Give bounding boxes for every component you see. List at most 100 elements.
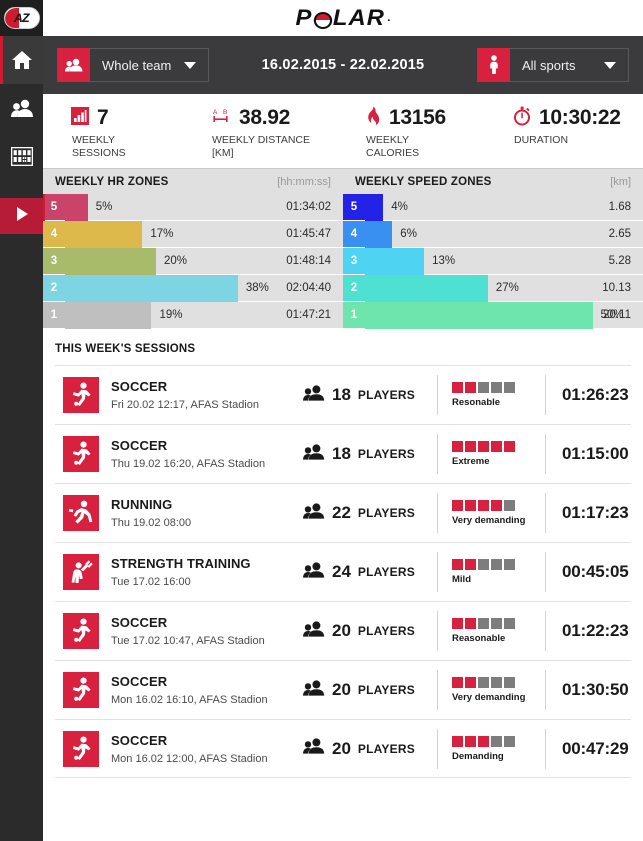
session-row[interactable]: SOCCER Mon 16.02 16:10, AFAS Stadion 20 PLA…	[55, 660, 631, 719]
zone-number: 4	[343, 221, 365, 247]
session-meta: SOCCER Mon 16.02 12:00, AFAS Stadion	[99, 732, 299, 766]
load-dot	[504, 735, 515, 747]
session-meta: SOCCER Thu 19.02 16:20, AFAS Stadion	[99, 437, 299, 471]
session-row[interactable]: STRENGTH TRAINING Tue 17.02 16:00 24 PLAYER…	[55, 542, 631, 601]
session-datetime-venue: Thu 19.02 08:00	[111, 517, 192, 529]
load-dot	[465, 382, 476, 393]
zone-bar-wrapper: 5% 01:34:02	[65, 193, 343, 221]
load-dot	[491, 382, 502, 393]
zone-value: 01:48:14	[286, 255, 331, 267]
stat-weekly-sessions: 7 WEEKLY SESSIONS	[43, 106, 193, 160]
session-player-count: 22	[332, 503, 351, 522]
stat-label-line2: [KM]	[212, 147, 234, 159]
people-icon	[303, 679, 325, 701]
live-play-button[interactable]	[0, 198, 43, 234]
session-player-count: 18	[332, 385, 351, 404]
zone-bar-wrapper: 19% 01:47:21	[65, 301, 343, 329]
sidebar-item-calendar[interactable]	[0, 132, 43, 180]
zone-percent: 5%	[95, 201, 113, 213]
session-row[interactable]: SOCCER Fri 20.02 12:17, AFAS Stadion 18 PLA…	[55, 365, 631, 424]
session-player-count: 20	[332, 621, 351, 640]
session-player-count: 20	[332, 680, 351, 699]
zone-bar	[365, 301, 593, 329]
load-dot	[491, 677, 502, 688]
speed-zones-unit: [km]	[610, 175, 631, 188]
sidebar-item-home[interactable]	[0, 36, 43, 84]
people-icon	[303, 443, 325, 465]
people-icon	[10, 98, 33, 118]
load-dot	[465, 500, 476, 511]
session-name: SOCCER	[111, 674, 168, 689]
load-dots	[452, 559, 545, 570]
session-row[interactable]: SOCCER Thu 19.02 16:20, AFAS Stadion 18 PLA…	[55, 424, 631, 483]
zone-value: 1.68	[608, 201, 631, 213]
session-row[interactable]: RUNNING Thu 19.02 08:00 22 PLAYERS Very dema…	[55, 483, 631, 542]
people-icon	[303, 561, 325, 583]
polar-logo-lar: LAR	[332, 5, 385, 30]
load-dot	[491, 559, 502, 570]
session-datetime-venue: Fri 20.02 12:17, AFAS Stadion	[111, 399, 259, 411]
app-logo: AZ	[0, 0, 43, 36]
zone-row: 4 6% 2.65	[343, 220, 643, 248]
session-duration: 01:15:00	[545, 434, 631, 474]
session-players-label: PLAYERS	[357, 388, 415, 402]
session-datetime-venue: Tue 17.02 10:47, AFAS Stadion	[111, 635, 265, 647]
zone-number: 2	[43, 275, 65, 301]
zone-row: 3 20% 01:48:14	[43, 247, 343, 275]
load-dot	[478, 677, 489, 688]
zone-number: 5	[343, 194, 365, 220]
load-dot	[452, 677, 463, 688]
load-dot	[504, 677, 515, 688]
sports-dropdown[interactable]: All sports	[477, 48, 629, 82]
session-players: 20 PLAYERS	[299, 620, 437, 642]
session-players-label: PLAYERS	[357, 565, 415, 579]
team-dropdown[interactable]: Whole team	[57, 48, 209, 82]
zone-value: 10.13	[602, 282, 631, 294]
soccer-icon	[63, 730, 99, 767]
zone-number: 1	[343, 302, 365, 328]
session-name: RUNNING	[111, 497, 173, 512]
load-dot	[452, 441, 463, 452]
sidebar-item-team[interactable]	[0, 84, 43, 132]
session-row[interactable]: SOCCER Tue 17.02 10:47, AFAS Stadion 20 PLA…	[55, 601, 631, 660]
session-meta: SOCCER Mon 16.02 16:10, AFAS Stadion	[99, 673, 299, 707]
stat-weekly-calories: 13156 WEEKLY CALORIES	[343, 106, 493, 160]
home-icon	[11, 50, 33, 70]
sidebar: AZ	[0, 0, 43, 841]
polar-team-dashboard: AZ P LAR . Whole team 16.02.2015 - 22.02…	[0, 0, 643, 841]
session-row[interactable]: SOCCER Mon 16.02 12:00, AFAS Stadion 20 PLA…	[55, 719, 631, 778]
zone-bar	[365, 193, 384, 221]
stat-value: 10:30:22	[539, 106, 621, 129]
zone-value: 5.28	[608, 255, 631, 267]
zone-bar	[365, 220, 393, 248]
soccer-icon	[63, 436, 99, 472]
sports-dropdown-label: All sports	[522, 57, 576, 73]
session-player-count: 20	[332, 738, 351, 758]
session-training-load: Very demanding	[437, 670, 545, 710]
zone-row: 5 5% 01:34:02	[43, 193, 343, 221]
load-label: Demanding	[452, 750, 504, 762]
polar-logo-o	[312, 11, 332, 29]
session-name: SOCCER	[111, 732, 168, 748]
session-duration: 00:47:29	[545, 728, 631, 769]
sessions-section: THIS WEEK'S SESSIONS SOCCER Fri 20.02 12:…	[43, 329, 643, 841]
stat-label-line1: WEEKLY	[366, 134, 409, 146]
team-dropdown-label: Whole team	[102, 57, 172, 73]
zone-value: 01:34:02	[286, 201, 331, 213]
stopwatch-icon	[513, 106, 531, 131]
zones-body: 5 5% 01:34:02 4 17% 01:45:47 3 20% 01:48:14 2 38% 0…	[43, 193, 643, 329]
hr-zones-title: WEEKLY HR ZONES	[55, 175, 169, 188]
load-dots	[452, 677, 545, 688]
load-dots	[452, 618, 545, 629]
load-dots	[452, 441, 545, 452]
zone-bar	[65, 193, 88, 221]
zone-bar-wrapper: 17% 01:45:47	[65, 220, 343, 248]
person-icon	[478, 48, 510, 82]
load-label: Resonable	[452, 397, 501, 408]
load-dot	[452, 618, 463, 629]
sidebar-filler	[0, 234, 43, 841]
session-training-load: Resonable	[437, 375, 545, 415]
session-name: STRENGTH TRAINING	[111, 556, 251, 571]
session-duration: 00:45:05	[545, 552, 631, 592]
session-players: 24 PLAYERS	[299, 561, 437, 583]
